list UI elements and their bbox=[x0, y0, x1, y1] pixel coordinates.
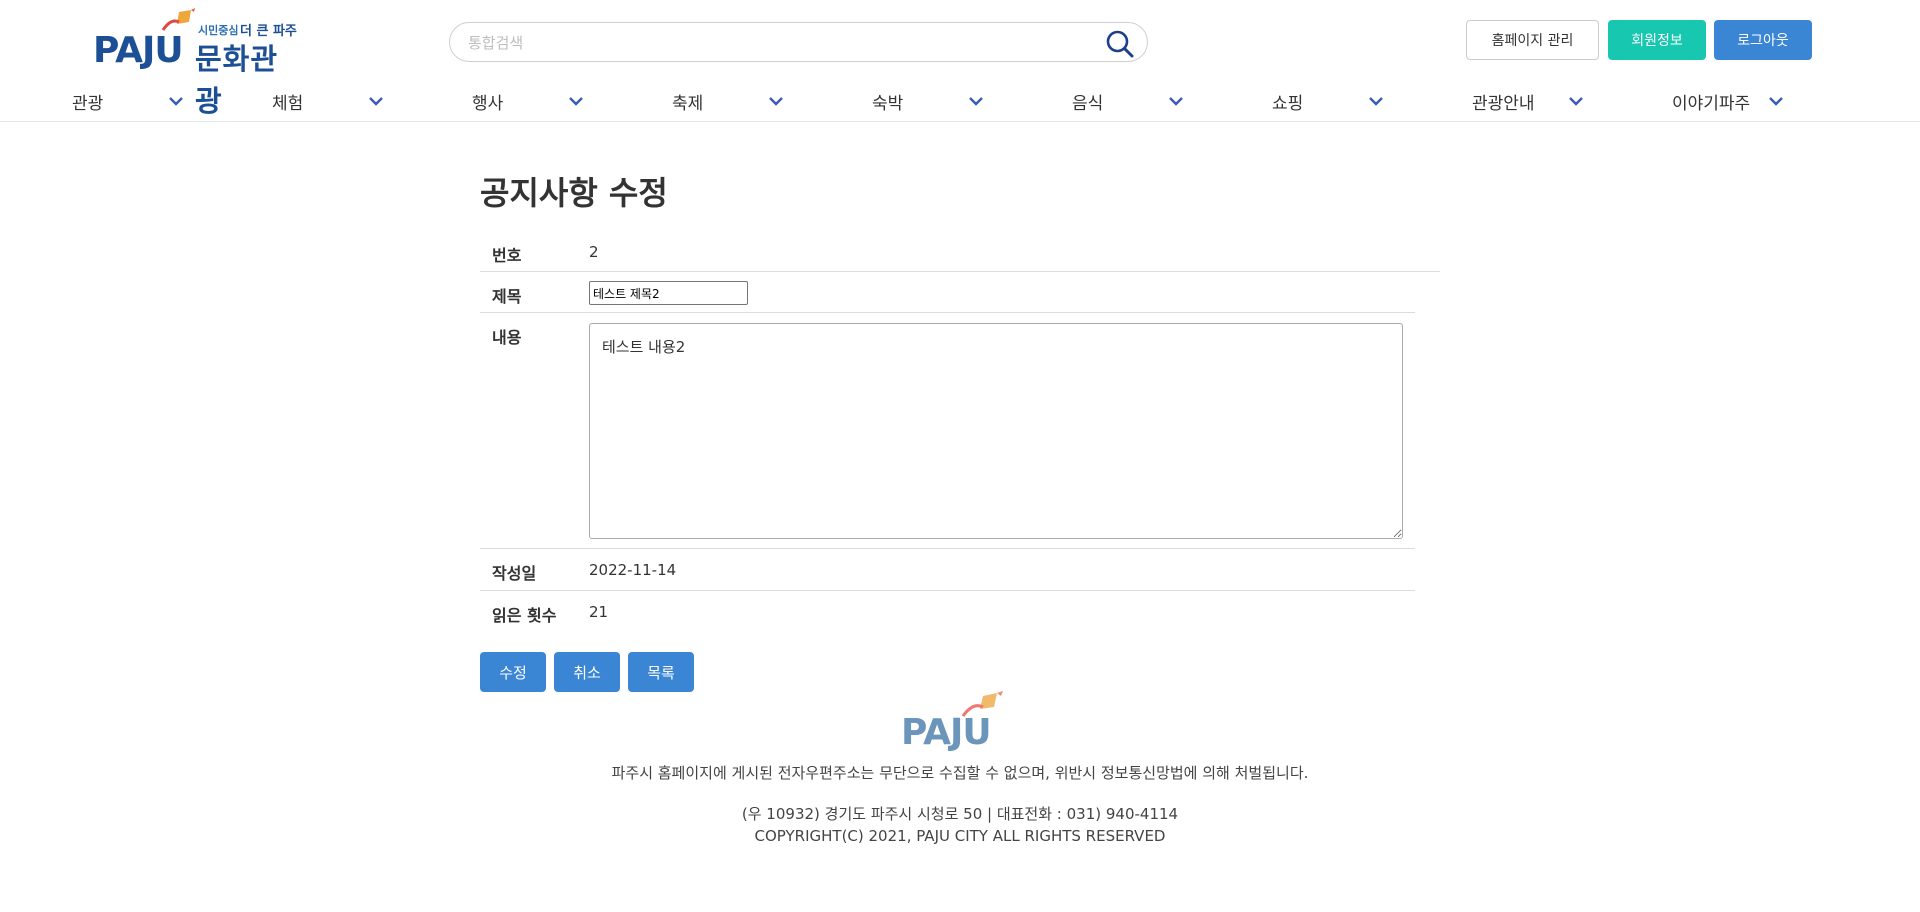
content-textarea[interactable]: 테스트 내용2 bbox=[589, 323, 1403, 539]
views-value: 21 bbox=[589, 603, 609, 621]
content-label: 내용 bbox=[492, 328, 522, 347]
logo-brand: PAJU bbox=[93, 30, 184, 71]
footer-copyright: COPYRIGHT(C) 2021, PAJU CITY ALL RIGHTS … bbox=[754, 827, 1166, 845]
nav-item-events[interactable]: 행사 bbox=[472, 86, 592, 116]
nav-label: 관광안내 bbox=[1472, 93, 1535, 114]
nav-label: 축제 bbox=[672, 93, 704, 114]
kite-icon bbox=[161, 8, 195, 31]
search-input[interactable] bbox=[466, 31, 1066, 55]
nav-item-festival[interactable]: 축제 bbox=[672, 86, 792, 116]
nav-label: 음식 bbox=[1072, 93, 1104, 114]
nav-item-tour[interactable]: 관광 bbox=[72, 86, 192, 116]
row-date: 작성일 2022-11-14 bbox=[480, 550, 1415, 591]
date-value: 2022-11-14 bbox=[589, 561, 677, 579]
footer-logo: PAJU bbox=[901, 690, 1021, 754]
date-label: 작성일 bbox=[492, 564, 537, 583]
nav-label: 체험 bbox=[272, 93, 304, 114]
chevron-down-icon bbox=[769, 97, 783, 106]
homepage-admin-button[interactable]: 홈페이지 관리 bbox=[1466, 20, 1599, 60]
nav-item-shopping[interactable]: 쇼핑 bbox=[1272, 86, 1392, 116]
row-content: 내용 테스트 내용2 bbox=[480, 314, 1415, 549]
nav-label: 행사 bbox=[472, 93, 504, 114]
footer-address: (우 10932) 경기도 파주시 시청로 50 | 대표전화 : 031) 9… bbox=[741, 805, 1179, 823]
chevron-down-icon bbox=[1369, 97, 1383, 106]
row-views: 읽은 횟수 21 bbox=[480, 592, 1415, 632]
nav-item-lodging[interactable]: 숙박 bbox=[872, 86, 992, 116]
search-button[interactable] bbox=[1105, 29, 1135, 59]
nav-item-food[interactable]: 음식 bbox=[1072, 86, 1192, 116]
subject-input[interactable] bbox=[589, 281, 748, 305]
site-logo[interactable]: PAJU 시민중심 더 큰 파주 문화관광 bbox=[93, 8, 303, 118]
row-number: 번호 2 bbox=[480, 232, 1440, 272]
page-title: 공지사항 수정 bbox=[480, 174, 668, 212]
search-icon bbox=[1106, 30, 1134, 58]
member-info-button[interactable]: 회원정보 bbox=[1608, 20, 1706, 60]
nav-label: 이야기파주 bbox=[1672, 93, 1751, 114]
edit-button[interactable]: 수정 bbox=[480, 652, 546, 692]
nav-label: 쇼핑 bbox=[1272, 93, 1304, 114]
views-label: 읽은 횟수 bbox=[492, 606, 557, 625]
logout-button[interactable]: 로그아웃 bbox=[1714, 20, 1812, 60]
chevron-down-icon bbox=[169, 97, 183, 106]
kite-icon bbox=[961, 691, 1003, 717]
site-header: PAJU 시민중심 더 큰 파주 문화관광 홈페이지 관리 회원정보 로그아웃 … bbox=[0, 0, 1920, 122]
chevron-down-icon bbox=[1169, 97, 1183, 106]
chevron-down-icon bbox=[1569, 97, 1583, 106]
number-value: 2 bbox=[589, 243, 599, 261]
nav-item-experience[interactable]: 체험 bbox=[272, 86, 392, 116]
main-nav: 관광 체험 행사 축제 숙박 음식 쇼핑 관광안내 이야기파주 bbox=[0, 86, 1920, 116]
nav-item-stories[interactable]: 이야기파주 bbox=[1672, 86, 1792, 116]
chevron-down-icon bbox=[1769, 97, 1783, 106]
number-label: 번호 bbox=[492, 246, 522, 265]
list-button[interactable]: 목록 bbox=[628, 652, 694, 692]
chevron-down-icon bbox=[569, 97, 583, 106]
search-box bbox=[449, 22, 1148, 62]
footer-notice: 파주시 홈페이지에 게시된 전자우편주소는 무단으로 수집할 수 없으며, 위반… bbox=[611, 764, 1309, 782]
cancel-button[interactable]: 취소 bbox=[554, 652, 620, 692]
nav-label: 숙박 bbox=[872, 93, 904, 114]
chevron-down-icon bbox=[969, 97, 983, 106]
nav-label: 관광 bbox=[72, 93, 104, 114]
row-subject: 제목 bbox=[480, 273, 1415, 313]
nav-item-tourist-info[interactable]: 관광안내 bbox=[1472, 86, 1592, 116]
chevron-down-icon bbox=[369, 97, 383, 106]
subject-label: 제목 bbox=[492, 287, 522, 306]
